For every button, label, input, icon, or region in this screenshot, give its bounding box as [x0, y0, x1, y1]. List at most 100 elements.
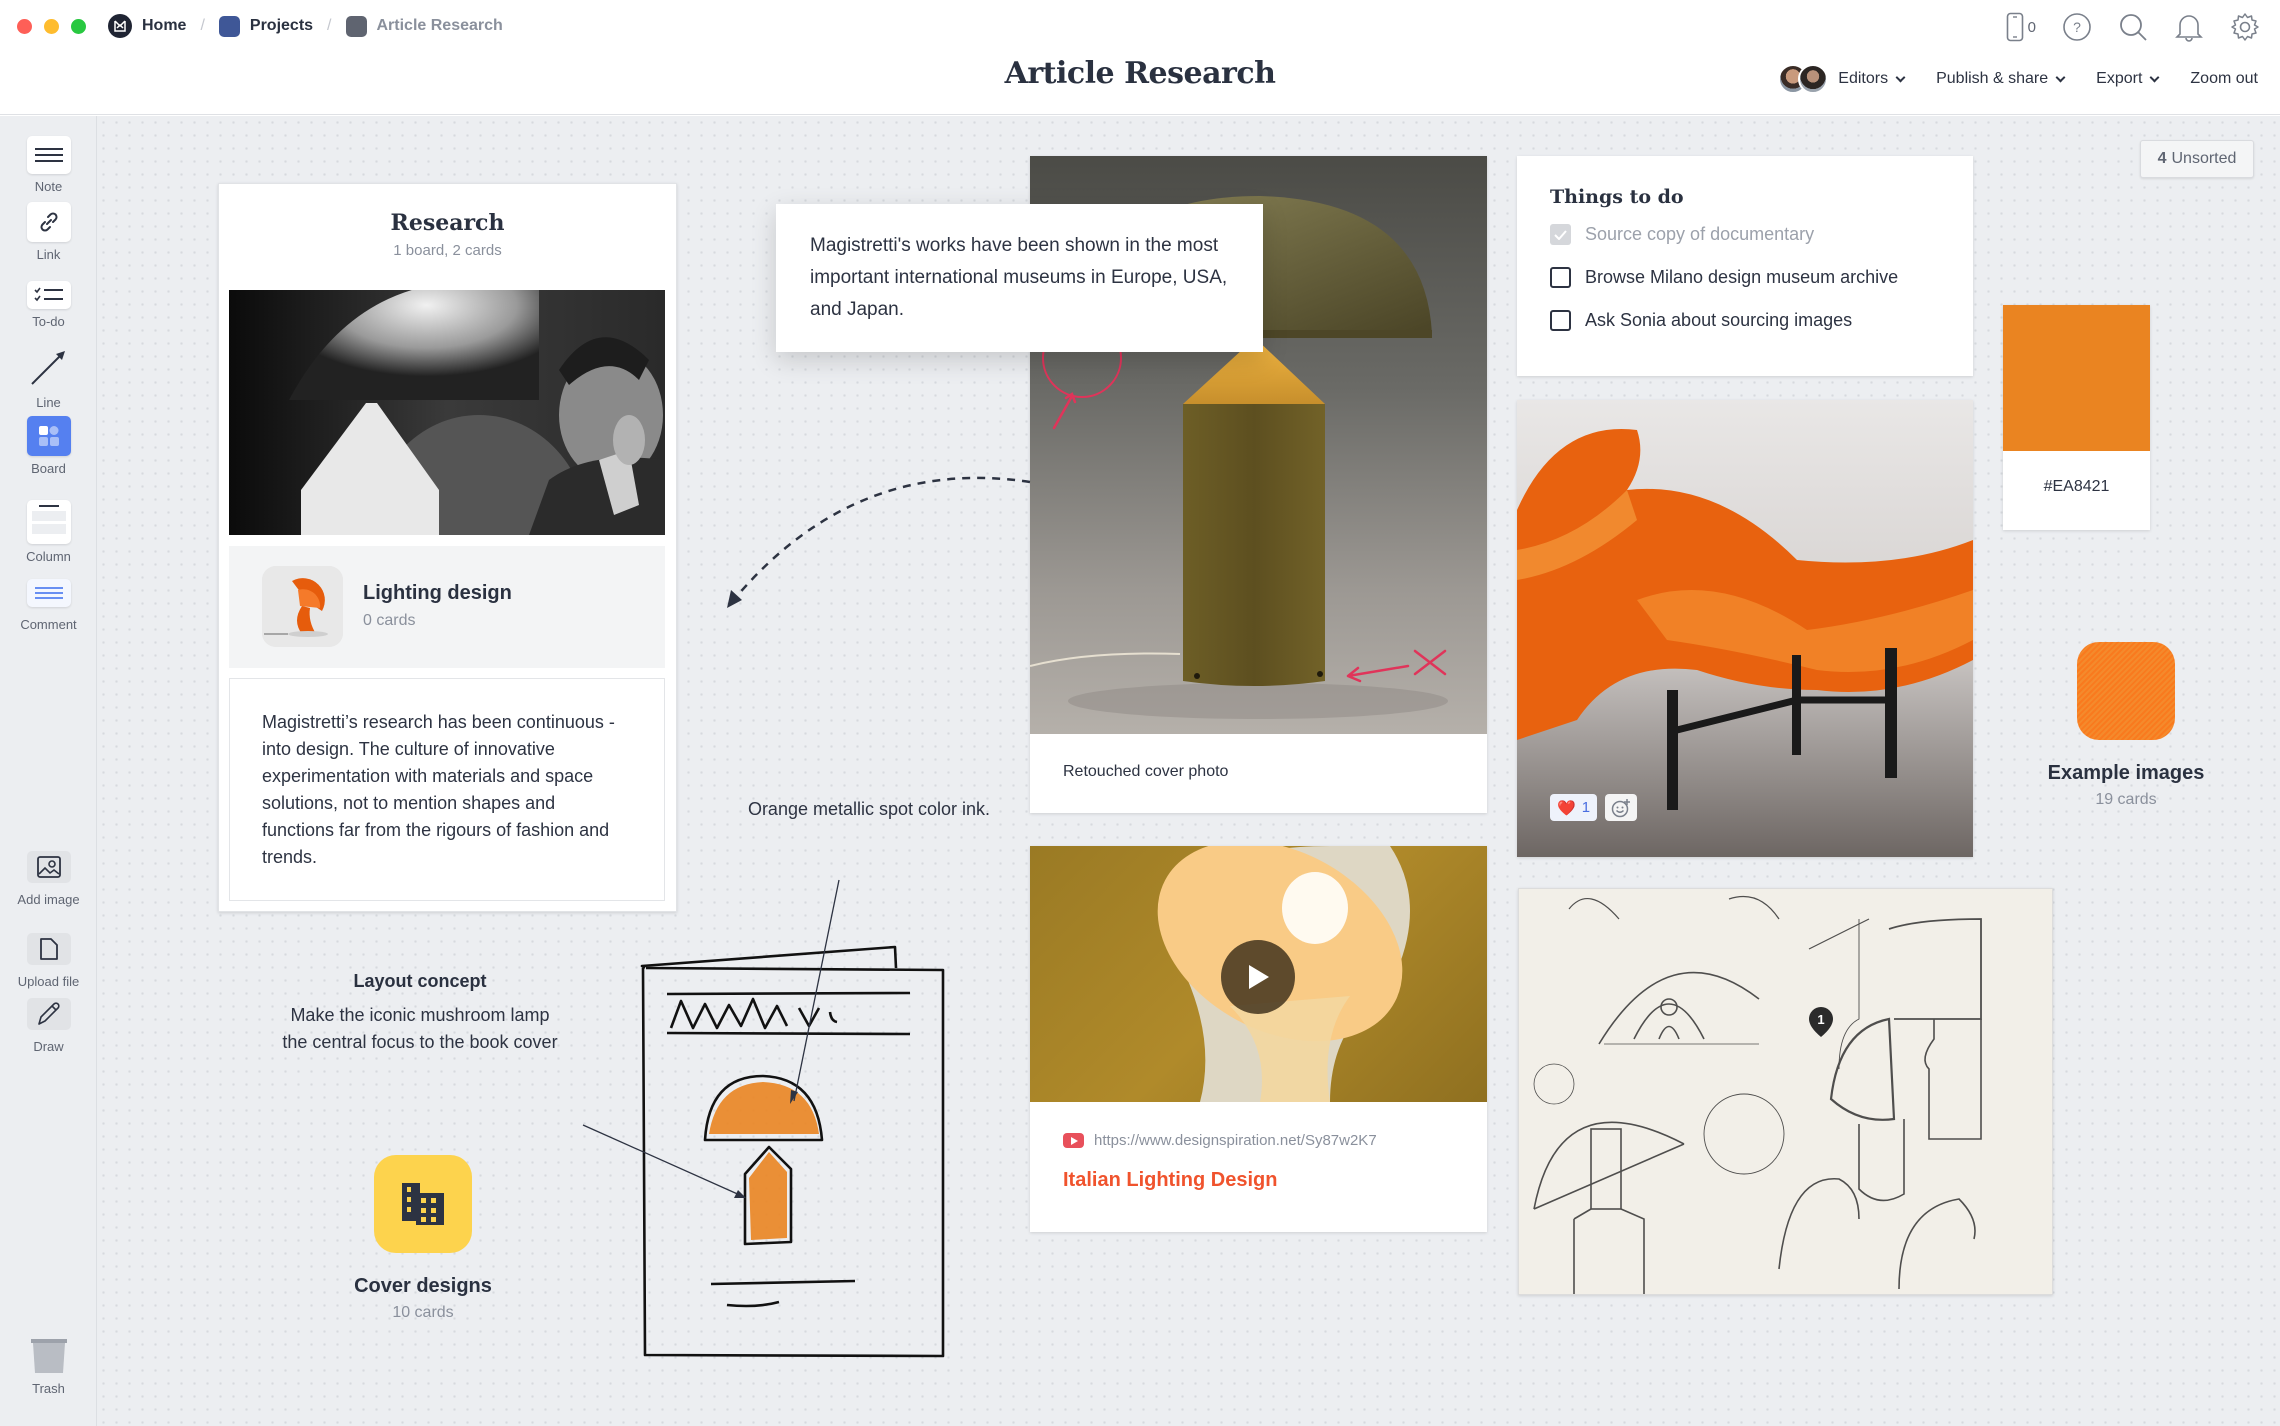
tool-add-image[interactable]: Add image: [0, 851, 97, 907]
close-window-button[interactable]: [17, 19, 32, 34]
comment-pin[interactable]: 1: [1808, 1006, 1834, 1038]
reactions: ❤️ 1: [1550, 794, 1638, 821]
gear-icon: [2231, 13, 2259, 41]
tool-label: Draw: [33, 1039, 64, 1054]
tool-label: Upload file: [17, 974, 80, 989]
tool-comment[interactable]: Comment: [0, 579, 97, 632]
board-name: Cover designs: [354, 1275, 492, 1297]
magistretti-photo[interactable]: [229, 290, 665, 535]
board-toolbar: Editors Publish & share Export Zoom out: [1778, 64, 2258, 94]
tool-label: Comment: [20, 617, 77, 632]
editor-avatars: [1778, 64, 1829, 94]
swatch-color: [2003, 305, 2150, 451]
tool-draw[interactable]: Draw: [0, 998, 97, 1054]
board-canvas[interactable]: Research 1 board, 2 cards Lighting desig…: [97, 116, 2280, 1426]
link-icon: [26, 202, 71, 242]
todo-icon: [26, 281, 71, 309]
tool-label: Link: [36, 247, 61, 262]
layout-pointer-line: [582, 1124, 743, 1197]
tool-link[interactable]: Link: [0, 202, 97, 262]
breadcrumb-label: Article Research: [376, 17, 503, 34]
line-arrow-icon: [27, 344, 71, 390]
publish-share-menu[interactable]: Publish & share: [1936, 70, 2066, 88]
play-button[interactable]: [1221, 940, 1295, 1014]
milanote-logo-icon: [108, 14, 132, 38]
maximize-window-button[interactable]: [71, 19, 86, 34]
heart-reaction[interactable]: ❤️ 1: [1550, 794, 1598, 821]
settings-button[interactable]: [2230, 12, 2260, 42]
lighting-design-thumbnail: [262, 566, 343, 647]
video-url-text: https://www.designspiration.net/Sy87w2K7: [1094, 1132, 1377, 1149]
tool-line[interactable]: Line: [0, 344, 97, 410]
research-note[interactable]: Magistretti’s research has been continuo…: [229, 678, 665, 901]
video-title-link[interactable]: Italian Lighting Design: [1063, 1169, 1277, 1192]
todo-item[interactable]: Source copy of documentary: [1550, 224, 1814, 245]
svg-text:1: 1: [1817, 1012, 1824, 1027]
board-count: 19 cards: [2095, 791, 2157, 808]
checkbox-checked[interactable]: [1550, 224, 1571, 245]
subboard-name: Lighting design: [363, 582, 512, 604]
image-caption: Retouched cover photo: [1063, 763, 1229, 780]
tool-upload-file[interactable]: Upload file: [0, 933, 97, 989]
column-subtitle: 1 board, 2 cards: [393, 242, 502, 259]
cover-designs-board[interactable]: Cover designs 10 cards: [340, 1155, 506, 1322]
reaction-count: 1: [1581, 799, 1591, 816]
breadcrumb-separator: /: [327, 17, 332, 34]
app-header: Home / Projects / Article Research Artic…: [0, 0, 2280, 115]
trash-button[interactable]: Trash: [0, 1336, 97, 1396]
orange-ink-fill: [709, 1082, 819, 1240]
breadcrumb-home[interactable]: Home: [108, 14, 186, 38]
book-cover-sketch: [640, 945, 945, 1358]
export-menu[interactable]: Export: [2096, 70, 2160, 88]
editors-label: Editors: [1838, 70, 1889, 87]
lighting-design-board[interactable]: Lighting design 0 cards: [229, 546, 665, 668]
orange-chair-image[interactable]: ❤️ 1: [1517, 400, 1973, 857]
video-link-card[interactable]: https://www.designspiration.net/Sy87w2K7…: [1030, 846, 1487, 1232]
todo-item[interactable]: Ask Sonia about sourcing images: [1550, 310, 1852, 331]
museums-note[interactable]: Magistretti's works have been shown in t…: [776, 204, 1263, 352]
breadcrumb-projects[interactable]: Projects: [218, 15, 313, 37]
image-icon: [26, 851, 71, 883]
tool-board[interactable]: Board: [0, 416, 97, 476]
file-icon: [26, 933, 71, 965]
ink-note[interactable]: Orange metallic spot color ink.: [744, 796, 994, 823]
minimize-window-button[interactable]: [44, 19, 59, 34]
breadcrumb-separator: /: [200, 17, 205, 34]
add-reaction-button[interactable]: [1605, 794, 1638, 821]
example-images-board[interactable]: Example images 19 cards: [2043, 642, 2209, 809]
breadcrumb-article-research[interactable]: Article Research: [345, 15, 503, 37]
editors-menu[interactable]: Editors: [1778, 64, 1906, 94]
swatch-hex: #EA8421: [2043, 478, 2110, 495]
connector-arrowhead: [727, 590, 742, 608]
top-icons: 0 ?: [2006, 10, 2260, 44]
note-icon: [26, 136, 71, 174]
article-board-icon: [345, 15, 367, 37]
column-icon: [26, 500, 71, 544]
checkbox[interactable]: [1550, 267, 1571, 288]
zoom-out-button[interactable]: Zoom out: [2190, 70, 2258, 88]
todo-list[interactable]: Things to do Source copy of documentary …: [1517, 156, 1973, 376]
research-column[interactable]: Research 1 board, 2 cards Lighting desig…: [218, 183, 677, 912]
todo-item[interactable]: Browse Milano design museum archive: [1550, 267, 1898, 288]
board-count: 10 cards: [392, 1304, 454, 1321]
mobile-app-button[interactable]: 0: [2006, 12, 2036, 42]
lamp-sketches-image[interactable]: 1: [1518, 888, 2053, 1295]
video-thumbnail[interactable]: [1030, 846, 1487, 1102]
tool-note[interactable]: Note: [0, 136, 97, 194]
tool-column[interactable]: Column: [0, 500, 97, 564]
youtube-icon: [1063, 1133, 1084, 1148]
search-button[interactable]: [2118, 12, 2148, 42]
unsorted-button[interactable]: 4 Unsorted: [2140, 140, 2254, 178]
layout-concept-note[interactable]: Layout concept Make the iconic mushroom …: [277, 971, 563, 1056]
video-url[interactable]: https://www.designspiration.net/Sy87w2K7: [1063, 1132, 1377, 1149]
buildings-icon: [402, 1183, 444, 1225]
tool-todo[interactable]: To-do: [0, 281, 97, 329]
checkbox[interactable]: [1550, 310, 1571, 331]
search-icon: [2120, 14, 2147, 41]
help-button[interactable]: ?: [2062, 12, 2092, 42]
projects-board-icon: [218, 15, 240, 37]
color-swatch[interactable]: #EA8421: [2003, 305, 2150, 530]
ink-pointer-line: [793, 879, 840, 1102]
bell-icon: [2175, 15, 2203, 42]
notifications-button[interactable]: [2174, 12, 2204, 42]
